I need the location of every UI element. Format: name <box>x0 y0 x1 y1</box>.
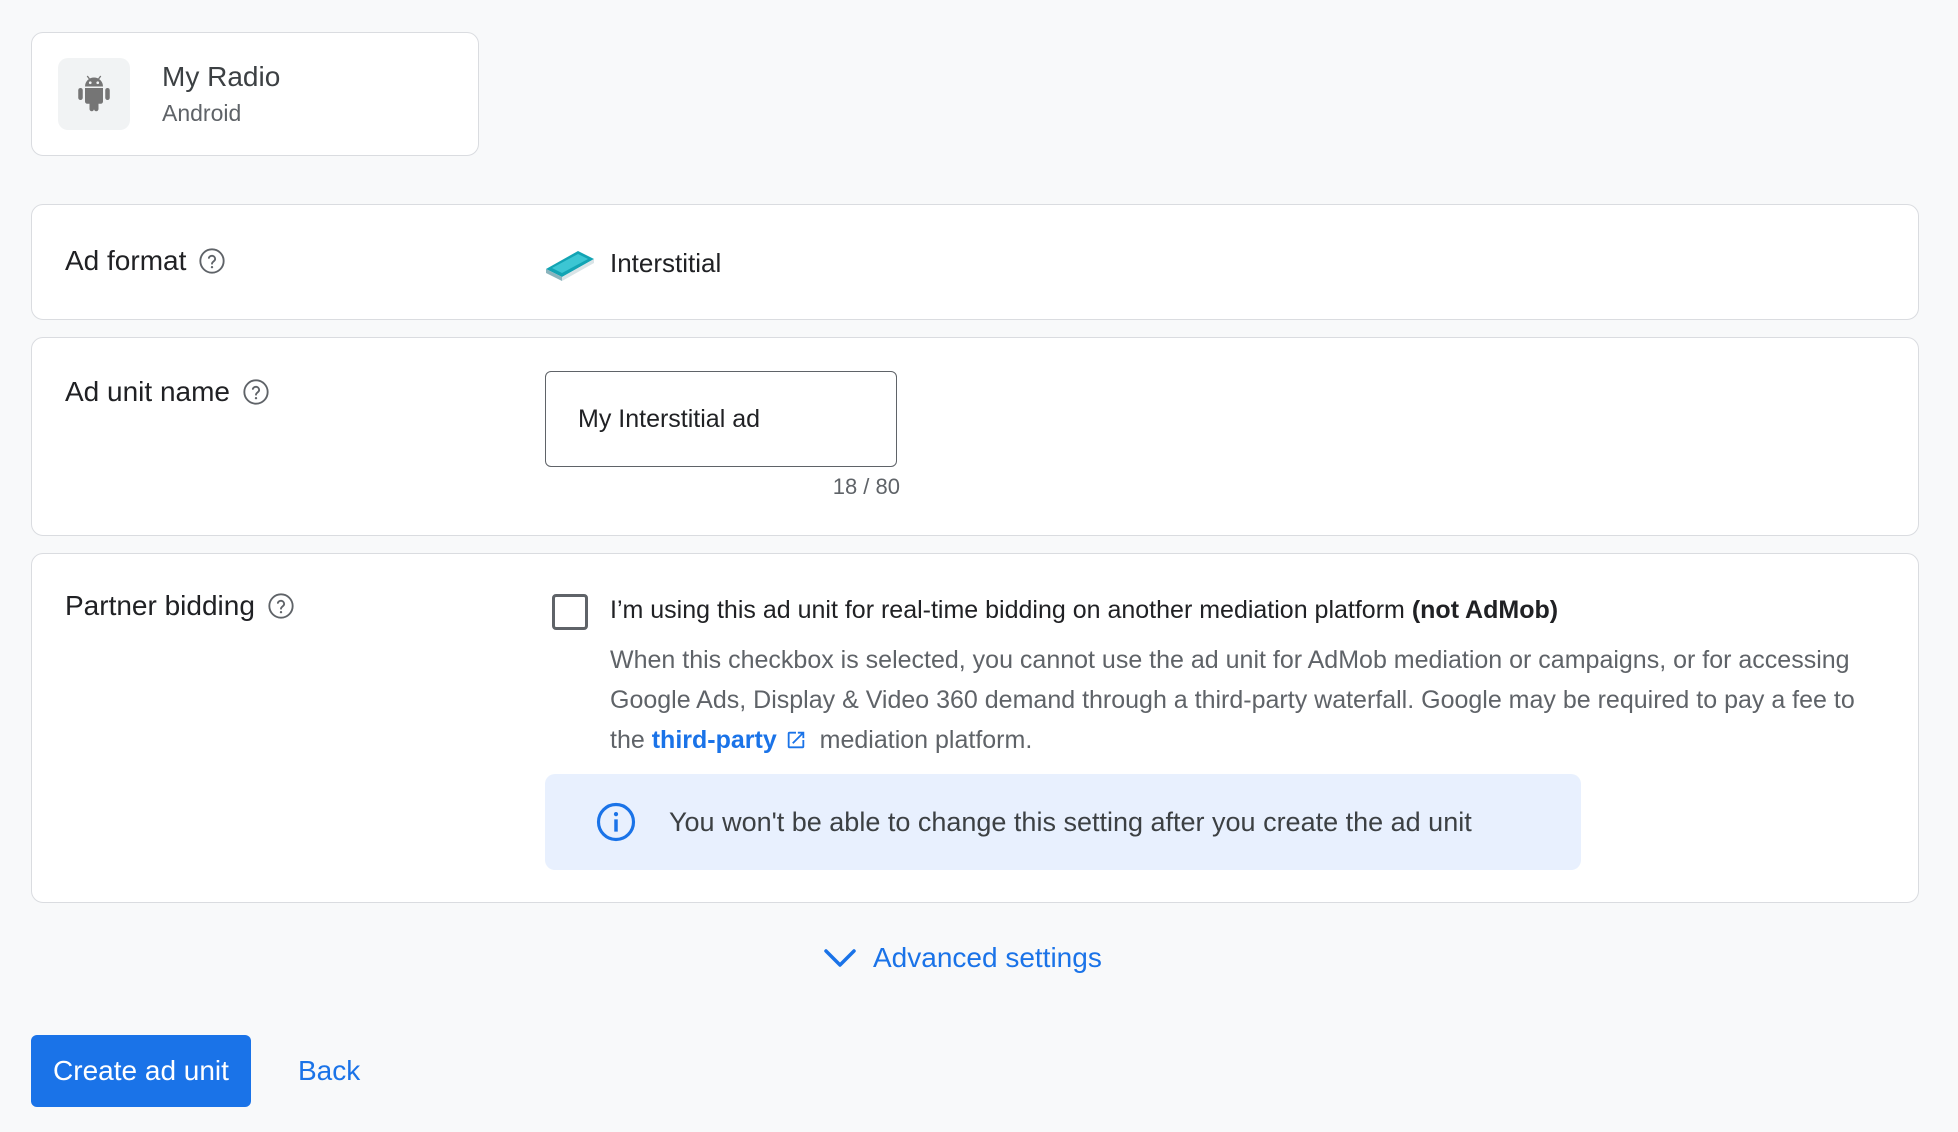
ad-format-value: Interstitial <box>544 243 721 283</box>
help-icon[interactable] <box>198 247 226 275</box>
ad-format-label: Ad format <box>65 245 187 276</box>
rtb-description-end: mediation platform. <box>819 726 1033 754</box>
ad-unit-name-section: Ad unit name 18 / 80 <box>31 337 1919 536</box>
app-info: My Radio Android <box>162 59 280 129</box>
char-counter: 18 / 80 <box>832 474 900 499</box>
create-ad-unit-button[interactable]: Create ad unit <box>31 1035 251 1107</box>
rtb-checkbox-label-text: I’m using this ad unit for real-time bid… <box>610 596 1405 624</box>
partner-bidding-label: Partner bidding <box>65 590 255 621</box>
ad-format-section: Ad format Interstitial <box>31 204 1919 320</box>
chevron-down-icon <box>823 947 857 969</box>
android-icon <box>58 58 130 130</box>
app-platform: Android <box>162 100 242 126</box>
ad-format-label-row: Ad format <box>65 245 226 277</box>
rtb-checkbox-label-bold: (not AdMob) <box>1411 596 1559 624</box>
partner-bidding-section: Partner bidding I’m using this ad unit f… <box>31 553 1919 903</box>
ad-unit-name-input[interactable] <box>545 371 897 467</box>
ad-format-name: Interstitial <box>610 247 722 278</box>
advanced-settings-label: Advanced settings <box>873 942 1102 973</box>
rtb-checkbox[interactable] <box>552 594 588 630</box>
advanced-settings-toggle[interactable]: Advanced settings <box>823 942 1102 974</box>
external-link-icon[interactable] <box>785 729 807 751</box>
ad-unit-name-label-row: Ad unit name <box>65 376 270 408</box>
third-party-link[interactable]: third-party <box>652 726 777 754</box>
interstitial-format-icon <box>544 243 596 283</box>
app-name: My Radio <box>162 61 281 92</box>
back-button[interactable]: Back <box>278 1035 380 1107</box>
help-icon[interactable] <box>242 378 270 406</box>
rtb-description: When this checkbox is selected, you cann… <box>610 640 1870 760</box>
info-icon <box>595 801 637 843</box>
partner-bidding-label-row: Partner bidding <box>65 590 295 622</box>
rtb-checkbox-label: I’m using this ad unit for real-time bid… <box>610 596 1558 625</box>
info-banner-text: You won't be able to change this setting… <box>669 806 1472 837</box>
help-icon[interactable] <box>267 592 295 620</box>
ad-unit-name-label: Ad unit name <box>65 376 230 407</box>
app-card: My Radio Android <box>31 32 479 156</box>
info-banner: You won't be able to change this setting… <box>545 774 1581 870</box>
